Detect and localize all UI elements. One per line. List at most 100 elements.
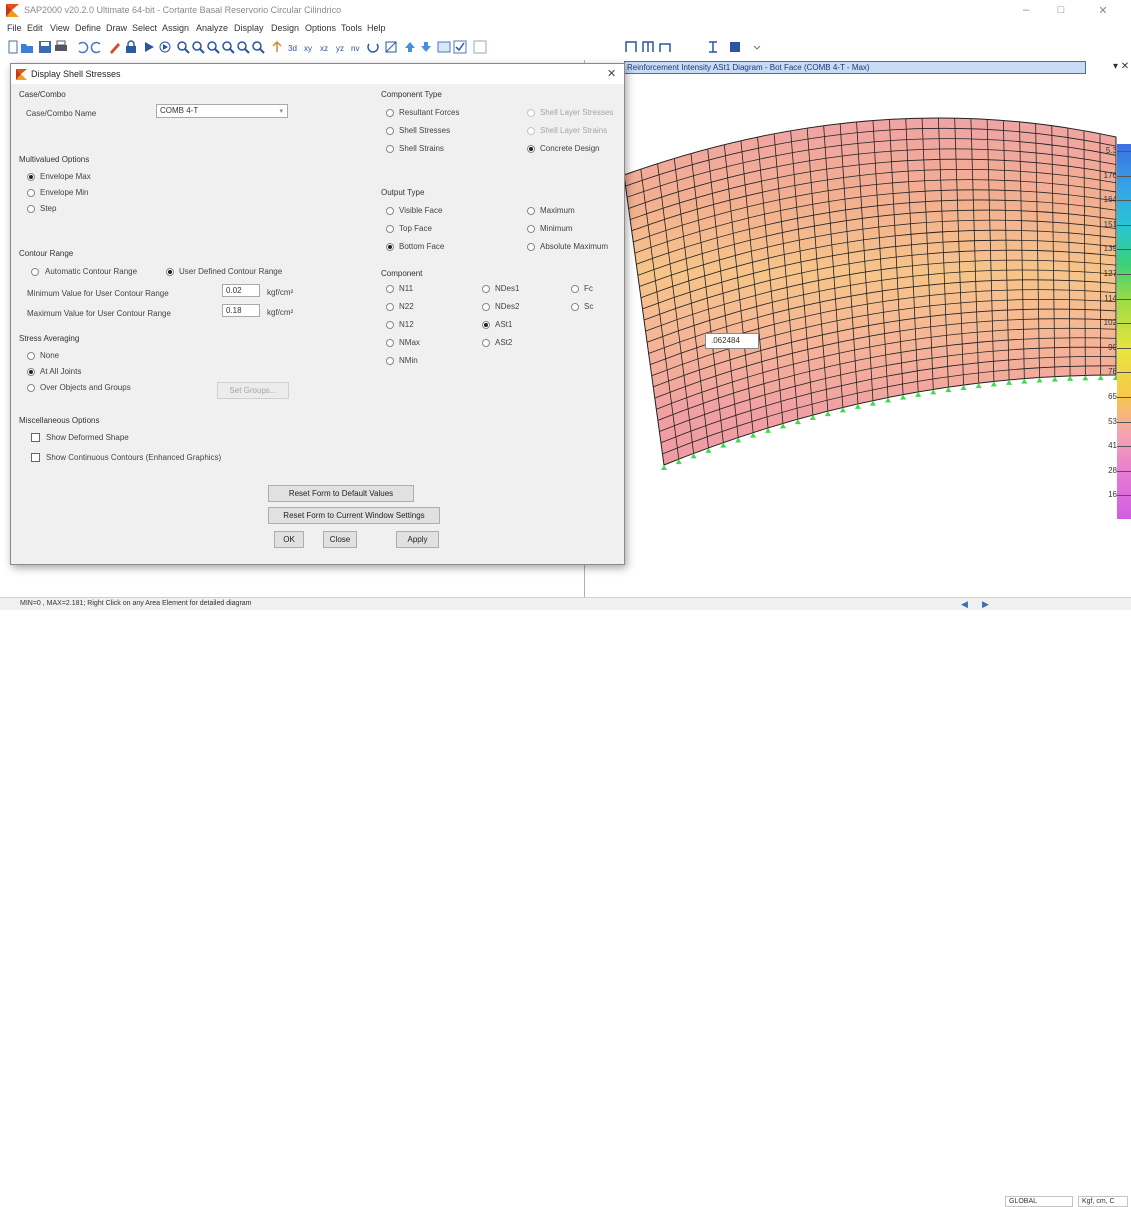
ndes1-radio[interactable] bbox=[482, 285, 490, 293]
view-xz-icon[interactable]: xz bbox=[319, 40, 333, 54]
model-canvas[interactable] bbox=[586, 75, 1131, 597]
shell-surface[interactable] bbox=[623, 117, 1117, 466]
sc-radio[interactable] bbox=[571, 303, 579, 311]
case-combo-select[interactable]: COMB 4-T ▾ bbox=[156, 104, 288, 118]
n11-radio[interactable] bbox=[386, 285, 394, 293]
menu-select[interactable]: Select bbox=[132, 23, 157, 33]
menu-design[interactable]: Design bbox=[271, 23, 299, 33]
save-icon[interactable] bbox=[38, 40, 52, 54]
absolute-maximum-radio[interactable] bbox=[527, 243, 535, 251]
display-options-icon[interactable] bbox=[437, 40, 451, 54]
n12-radio[interactable] bbox=[386, 321, 394, 329]
min-value-input[interactable]: 0.02 bbox=[222, 284, 260, 297]
next-arrow-icon[interactable]: ▶ bbox=[982, 599, 989, 610]
nmax-radio[interactable] bbox=[386, 339, 394, 347]
show-continuous-checkbox[interactable] bbox=[31, 453, 40, 462]
shell-layer-stresses-radio[interactable] bbox=[527, 109, 535, 117]
close-window-button[interactable]: ✕ bbox=[1091, 4, 1115, 17]
maximize-button[interactable]: □ bbox=[1049, 4, 1073, 16]
ok-button[interactable]: OK bbox=[274, 531, 304, 548]
apply-button[interactable]: Apply bbox=[396, 531, 439, 548]
zoom-restore-icon[interactable] bbox=[206, 40, 220, 54]
minimum-radio[interactable] bbox=[527, 225, 535, 233]
reset-current-button[interactable]: Reset Form to Current Window Settings bbox=[268, 507, 440, 524]
menu-display[interactable]: Display bbox=[234, 23, 264, 33]
zoom-in-icon[interactable] bbox=[176, 40, 190, 54]
view-nv-icon[interactable]: nv bbox=[350, 40, 364, 54]
section-i-icon[interactable] bbox=[706, 40, 720, 54]
view-close-icon[interactable]: ▾ ✕ bbox=[1113, 61, 1129, 72]
menu-assign[interactable]: Assign bbox=[162, 23, 189, 33]
bottom-face-radio[interactable] bbox=[386, 243, 394, 251]
nmin-radio[interactable] bbox=[386, 357, 394, 365]
refresh-icon[interactable] bbox=[270, 40, 284, 54]
pan-icon[interactable] bbox=[251, 40, 265, 54]
menu-define[interactable]: Define bbox=[75, 23, 101, 33]
shell-strains-radio[interactable] bbox=[386, 145, 394, 153]
view-xy-icon[interactable]: xy bbox=[303, 40, 317, 54]
ndes2-radio[interactable] bbox=[482, 303, 490, 311]
area-icon[interactable] bbox=[728, 40, 742, 54]
open-folder-icon[interactable] bbox=[20, 40, 34, 54]
reset-default-button[interactable]: Reset Form to Default Values bbox=[268, 485, 414, 502]
close-button[interactable]: Close bbox=[323, 531, 357, 548]
check-icon[interactable] bbox=[453, 40, 467, 54]
maximum-radio[interactable] bbox=[527, 207, 535, 215]
user-contour-radio[interactable] bbox=[166, 268, 174, 276]
edit-pencil-icon[interactable] bbox=[108, 40, 122, 54]
menu-analyze[interactable]: Analyze bbox=[196, 23, 228, 33]
set-groups-button[interactable]: Set Groups... bbox=[217, 382, 289, 399]
redo-icon[interactable] bbox=[90, 40, 104, 54]
shell-layer-strains-radio[interactable] bbox=[527, 127, 535, 135]
step-icon[interactable] bbox=[158, 40, 172, 54]
n22-radio[interactable] bbox=[386, 303, 394, 311]
move-down-icon[interactable] bbox=[419, 40, 433, 54]
shell-contour-diagram[interactable] bbox=[586, 75, 1131, 597]
run-analysis-icon[interactable] bbox=[142, 40, 156, 54]
menu-file[interactable]: File bbox=[7, 23, 22, 33]
frame-brace-icon[interactable] bbox=[658, 40, 672, 54]
dialog-close-icon[interactable]: ✕ bbox=[607, 67, 616, 80]
ast2-radio[interactable] bbox=[482, 339, 490, 347]
menu-view[interactable]: View bbox=[50, 23, 69, 33]
menu-help[interactable]: Help bbox=[367, 23, 386, 33]
zoom-window-icon[interactable] bbox=[191, 40, 205, 54]
move-up-icon[interactable] bbox=[403, 40, 417, 54]
envelope-min-radio[interactable] bbox=[27, 189, 35, 197]
ast1-radio[interactable] bbox=[482, 321, 490, 329]
shell-stresses-radio[interactable] bbox=[386, 127, 394, 135]
averaging-all-joints-radio[interactable] bbox=[27, 368, 35, 376]
envelope-max-radio[interactable] bbox=[27, 173, 35, 181]
frame-beam-icon[interactable] bbox=[641, 40, 655, 54]
grid-dropdown-icon[interactable] bbox=[473, 40, 487, 54]
units-select[interactable]: Kgf, cm, C bbox=[1078, 1196, 1128, 1207]
minimize-button[interactable]: – bbox=[1014, 4, 1038, 16]
fc-radio[interactable] bbox=[571, 285, 579, 293]
coord-system-select[interactable]: GLOBAL bbox=[1005, 1196, 1073, 1207]
top-face-radio[interactable] bbox=[386, 225, 394, 233]
rotate-view-icon[interactable] bbox=[366, 40, 380, 54]
max-value-input[interactable]: 0.18 bbox=[222, 304, 260, 317]
step-radio[interactable] bbox=[27, 205, 35, 213]
concrete-design-radio[interactable] bbox=[527, 145, 535, 153]
show-deformed-checkbox[interactable] bbox=[31, 433, 40, 442]
frame-icon[interactable] bbox=[624, 40, 638, 54]
more-dropdown-icon[interactable] bbox=[750, 40, 764, 54]
prev-arrow-icon[interactable]: ◀ bbox=[961, 599, 968, 610]
zoom-full-icon[interactable] bbox=[236, 40, 250, 54]
undo-icon[interactable] bbox=[75, 40, 89, 54]
new-model-icon[interactable] bbox=[6, 40, 20, 54]
averaging-none-radio[interactable] bbox=[27, 352, 35, 360]
zoom-out-icon[interactable] bbox=[221, 40, 235, 54]
print-icon[interactable] bbox=[54, 40, 68, 54]
resultant-forces-radio[interactable] bbox=[386, 109, 394, 117]
lock-icon[interactable] bbox=[124, 40, 138, 54]
averaging-objects-groups-radio[interactable] bbox=[27, 384, 35, 392]
auto-contour-radio[interactable] bbox=[31, 268, 39, 276]
menu-edit[interactable]: Edit bbox=[27, 23, 43, 33]
menu-options[interactable]: Options bbox=[305, 23, 336, 33]
view-yz-icon[interactable]: yz bbox=[335, 40, 349, 54]
visible-face-radio[interactable] bbox=[386, 207, 394, 215]
view-title-tab[interactable]: Reinforcement Intensity ASt1 Diagram - B… bbox=[624, 61, 1086, 74]
perspective-icon[interactable] bbox=[384, 40, 398, 54]
